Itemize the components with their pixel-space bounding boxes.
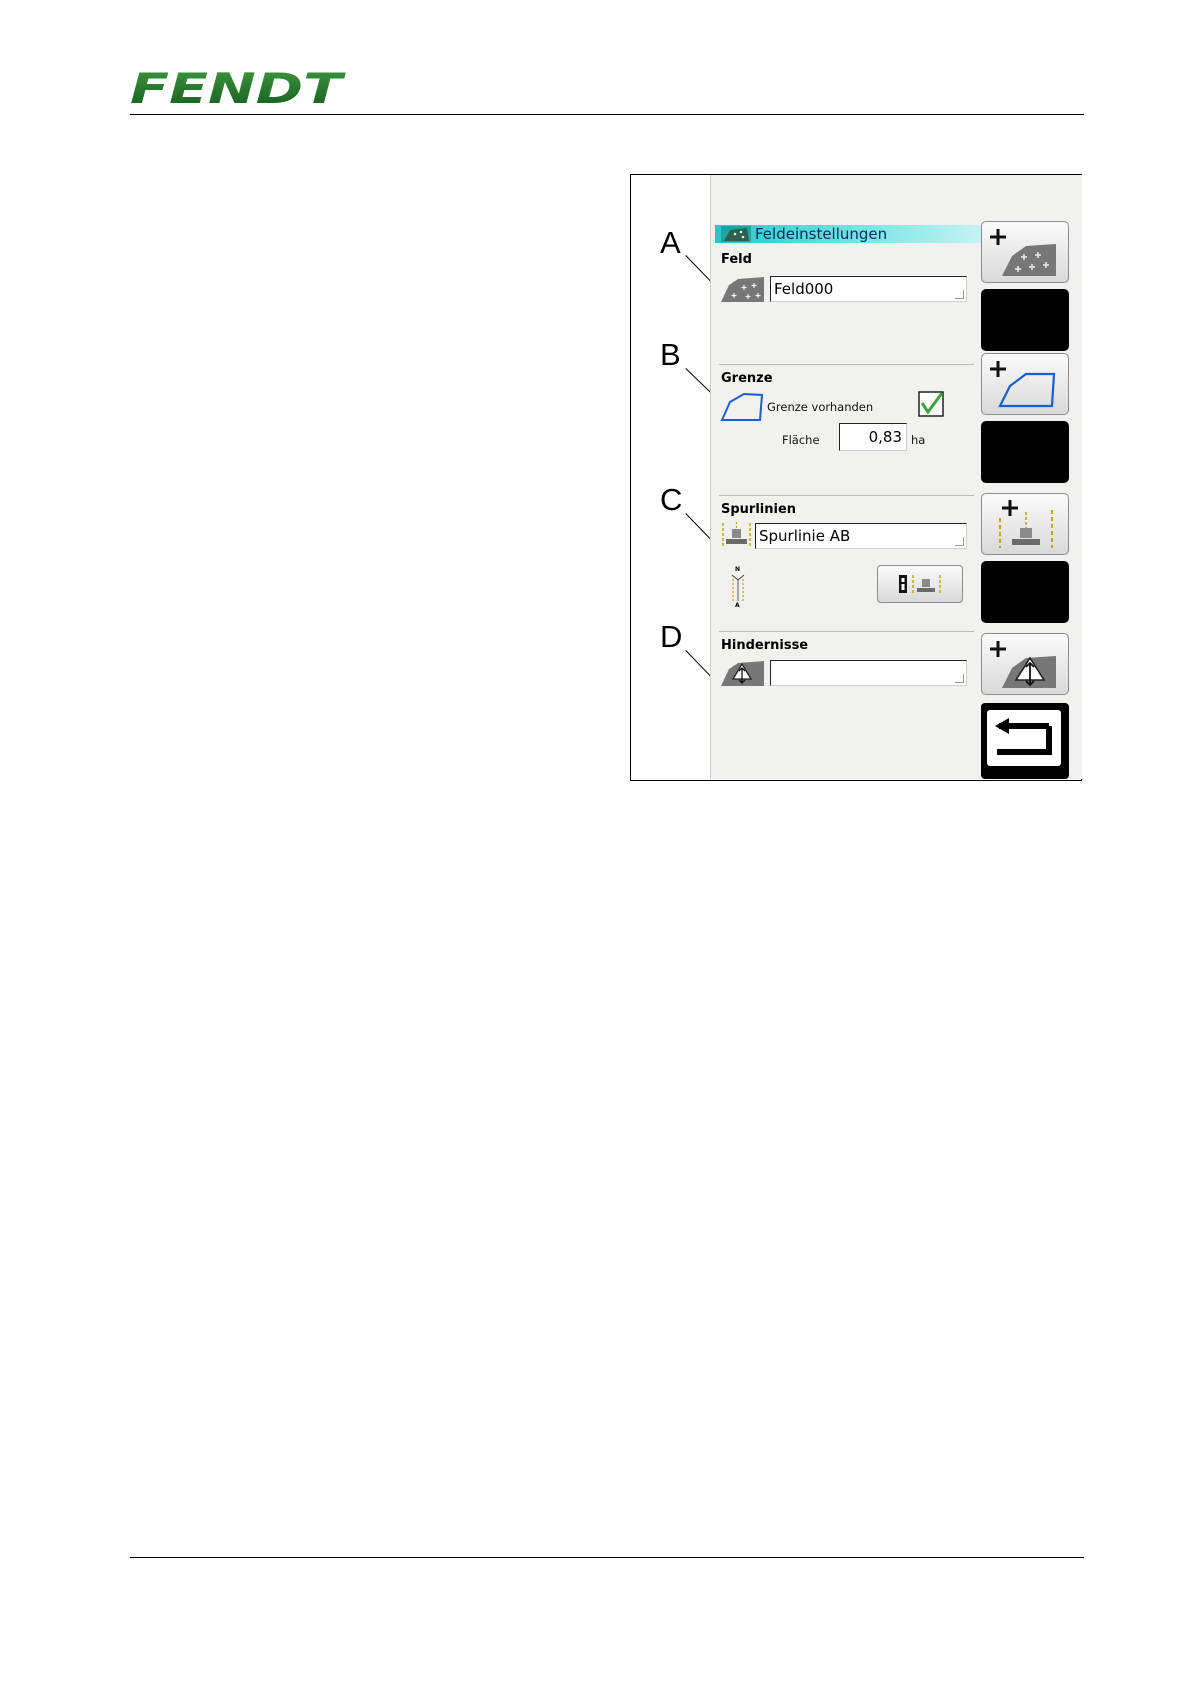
callout-d: D bbox=[660, 619, 683, 654]
divider bbox=[719, 364, 974, 365]
section-label-feld: Feld bbox=[721, 252, 752, 267]
grip-icon bbox=[955, 537, 964, 546]
header-rule bbox=[130, 114, 1084, 115]
guidance-line-value: Spurlinie AB bbox=[759, 527, 851, 545]
field-icon bbox=[721, 277, 764, 302]
back-softkey[interactable] bbox=[981, 703, 1069, 779]
footer-rule bbox=[130, 1557, 1084, 1558]
section-label-hindernisse: Hindernisse bbox=[721, 638, 809, 653]
screen-title: Feldeinstellungen bbox=[755, 225, 888, 243]
add-boundary-icon bbox=[990, 361, 1056, 408]
callout-a: A bbox=[660, 225, 681, 260]
figure-frame: A B C D Feldeinstellungen Feld Feld000 G… bbox=[630, 174, 1082, 781]
area-value: 0,83 bbox=[868, 428, 902, 446]
area-field: 0,83 bbox=[839, 423, 907, 451]
svg-text:N: N bbox=[735, 566, 740, 573]
boundary-present-checkbox[interactable] bbox=[918, 391, 944, 417]
add-obstacle-softkey[interactable] bbox=[981, 633, 1069, 695]
grip-icon bbox=[955, 290, 964, 299]
field-select-value: Feld000 bbox=[774, 280, 834, 298]
add-field-icon bbox=[990, 229, 1056, 276]
callout-b: B bbox=[660, 337, 681, 372]
area-label: Fläche bbox=[782, 433, 820, 447]
back-arrow-icon bbox=[995, 718, 1052, 755]
callout-c: C bbox=[660, 482, 683, 517]
title-bar: Feldeinstellungen bbox=[715, 225, 984, 243]
boundary-icon bbox=[720, 392, 764, 421]
guidance-info-icon bbox=[899, 575, 941, 593]
field-settings-icon bbox=[721, 226, 751, 242]
boundary-present-label: Grenze vorhanden bbox=[767, 400, 874, 414]
field-select[interactable]: Feld000 bbox=[770, 276, 967, 302]
north-compass-icon: N A bbox=[731, 566, 745, 607]
grip-icon bbox=[955, 674, 964, 683]
area-unit: ha bbox=[911, 433, 926, 447]
divider bbox=[719, 495, 974, 496]
svg-text:A: A bbox=[735, 602, 740, 607]
section-label-grenze: Grenze bbox=[721, 371, 773, 386]
softkey-blank-2[interactable] bbox=[981, 421, 1069, 483]
add-boundary-softkey[interactable] bbox=[981, 353, 1069, 415]
add-field-softkey[interactable] bbox=[981, 221, 1069, 283]
softkey-blank-1[interactable] bbox=[981, 289, 1069, 351]
divider bbox=[719, 631, 974, 632]
guidance-info-button[interactable] bbox=[877, 565, 963, 603]
brand-text: FENDT bbox=[130, 66, 346, 110]
back-key-face bbox=[987, 710, 1061, 766]
add-guidance-line-icon bbox=[999, 500, 1053, 548]
softkey-blank-3[interactable] bbox=[981, 561, 1069, 623]
add-obstacle-icon bbox=[990, 641, 1056, 688]
add-guidance-line-softkey[interactable] bbox=[981, 493, 1069, 555]
obstacle-icon bbox=[721, 661, 764, 686]
guidance-line-select[interactable]: Spurlinie AB bbox=[755, 523, 967, 549]
terminal-screen: Feldeinstellungen Feld Feld000 Grenze Gr… bbox=[711, 175, 1082, 779]
obstacle-select[interactable] bbox=[770, 660, 967, 686]
guidance-line-icon bbox=[722, 522, 751, 547]
section-label-spurlinien: Spurlinien bbox=[721, 502, 797, 517]
fendt-logo: FENDT bbox=[130, 66, 346, 110]
